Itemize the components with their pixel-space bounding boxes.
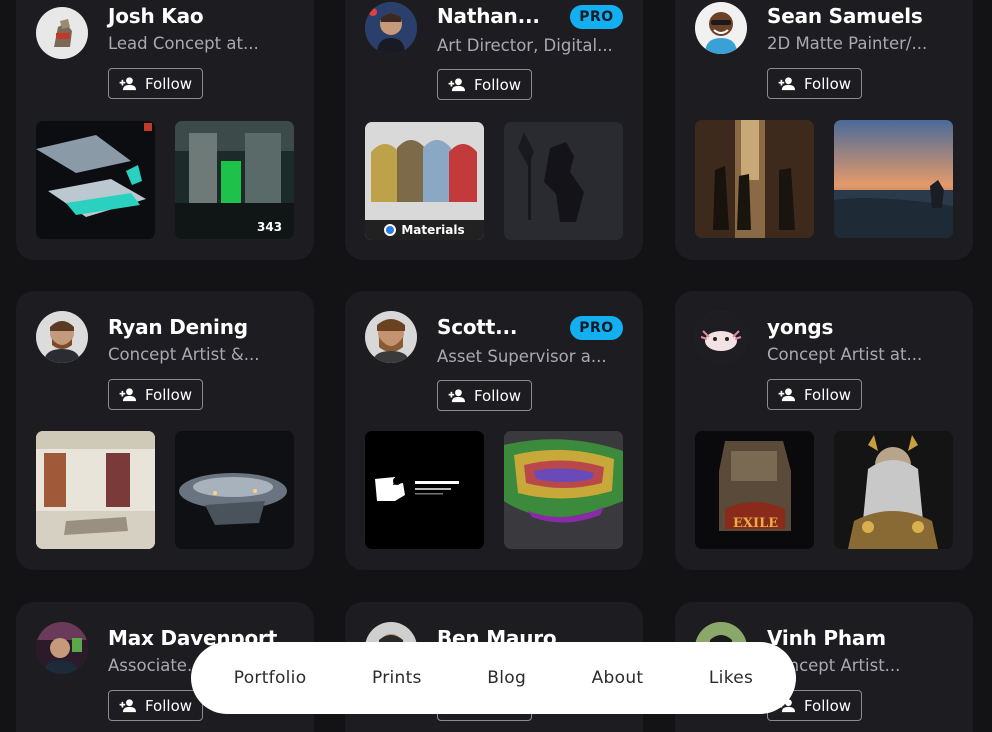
artist-title: Associate... [108,656,203,675]
svg-text:EXILE: EXILE [733,516,778,531]
follow-label: Follow [803,696,852,715]
add-user-icon [778,77,795,91]
add-user-icon [119,388,136,402]
follow-label: Follow [803,385,852,404]
avatar[interactable] [36,311,88,363]
add-user-icon [448,389,465,403]
artist-name[interactable]: Sean Samuels [767,4,923,28]
add-user-icon [778,388,795,402]
floating-nav-bar: Portfolio Prints Blog About Likes [191,642,796,714]
avatar[interactable] [365,311,417,363]
avatar[interactable] [36,7,88,59]
nav-likes[interactable]: Likes [709,668,753,688]
nav-prints[interactable]: Prints [372,668,422,688]
follow-button[interactable]: Follow [108,379,203,410]
artist-name[interactable]: Vinh Pham [767,626,886,650]
follow-label: Follow [144,385,193,404]
follow-button[interactable]: Follow [437,380,532,411]
artist-title: Asset Supervisor a... [437,347,607,366]
follow-label: Follow [803,74,852,93]
follow-label: Follow [144,696,193,715]
artist-card-nathan[interactable]: Nathan... PRO Art Director, Digital... F… [345,0,643,260]
add-user-icon [119,77,136,91]
add-user-icon [119,699,136,713]
artwork-thumbnail[interactable] [36,431,155,549]
add-user-icon [448,78,465,92]
follow-button[interactable]: Follow [108,690,203,721]
follow-label: Follow [473,386,522,405]
follow-label: Follow [144,74,193,93]
artist-name[interactable]: Ryan Dening [108,315,248,339]
artwork-thumbnail[interactable] [175,431,294,549]
follow-button[interactable]: Follow [767,379,862,410]
artist-name[interactable]: Nathan... [437,4,540,28]
artist-name[interactable]: Scott... [437,315,518,339]
artwork-thumbnail[interactable]: Materials [365,122,484,240]
follow-label: Follow [473,75,522,94]
pro-badge: PRO [570,5,623,29]
artist-name[interactable]: yongs [767,315,833,339]
artist-title: Lead Concept at... [108,34,259,53]
materials-icon [384,224,397,236]
follow-button[interactable]: Follow [767,68,862,99]
artwork-thumbnail[interactable] [834,120,953,238]
artist-card-scott[interactable]: Scott... PRO Asset Supervisor a... Follo… [345,291,643,570]
avatar[interactable] [365,2,417,54]
artist-card-yongs[interactable]: yongs Concept Artist at... Follow EXILE [675,291,973,570]
artist-name[interactable]: Josh Kao [108,4,204,28]
artist-title: Concept Artist &... [108,345,260,364]
nav-about[interactable]: About [592,668,644,688]
artwork-thumbnail[interactable] [365,431,484,549]
artist-card-sean-samuels[interactable]: Sean Samuels 2D Matte Painter/... Follow [675,0,973,260]
pro-badge: PRO [570,316,623,340]
nav-blog[interactable]: Blog [487,668,526,688]
svg-text:343: 343 [257,220,282,234]
artist-card-ryan-dening[interactable]: Ryan Dening Concept Artist &... Follow [16,291,314,570]
artwork-thumbnail[interactable] [695,120,814,238]
artwork-thumbnail[interactable] [504,122,623,240]
artist-title: 2D Matte Painter/... [767,34,928,53]
artist-title: Concept Artist at... [767,345,923,364]
follow-button[interactable]: Follow [437,69,532,100]
avatar[interactable] [695,311,747,363]
follow-button[interactable]: Follow [108,68,203,99]
artwork-thumbnail[interactable] [834,431,953,549]
artist-title: Art Director, Digital... [437,36,613,55]
artist-card-josh-kao[interactable]: Josh Kao Lead Concept at... Follow 343 [16,0,314,260]
artwork-thumbnail[interactable]: 343 [175,121,294,239]
artwork-thumbnail[interactable]: EXILE [695,431,814,549]
avatar[interactable] [36,622,88,674]
thumbnail-label: Materials [365,220,484,240]
artwork-thumbnail[interactable] [504,431,623,549]
artwork-thumbnail[interactable] [36,121,155,239]
nav-portfolio[interactable]: Portfolio [234,668,307,688]
avatar[interactable] [695,2,747,54]
